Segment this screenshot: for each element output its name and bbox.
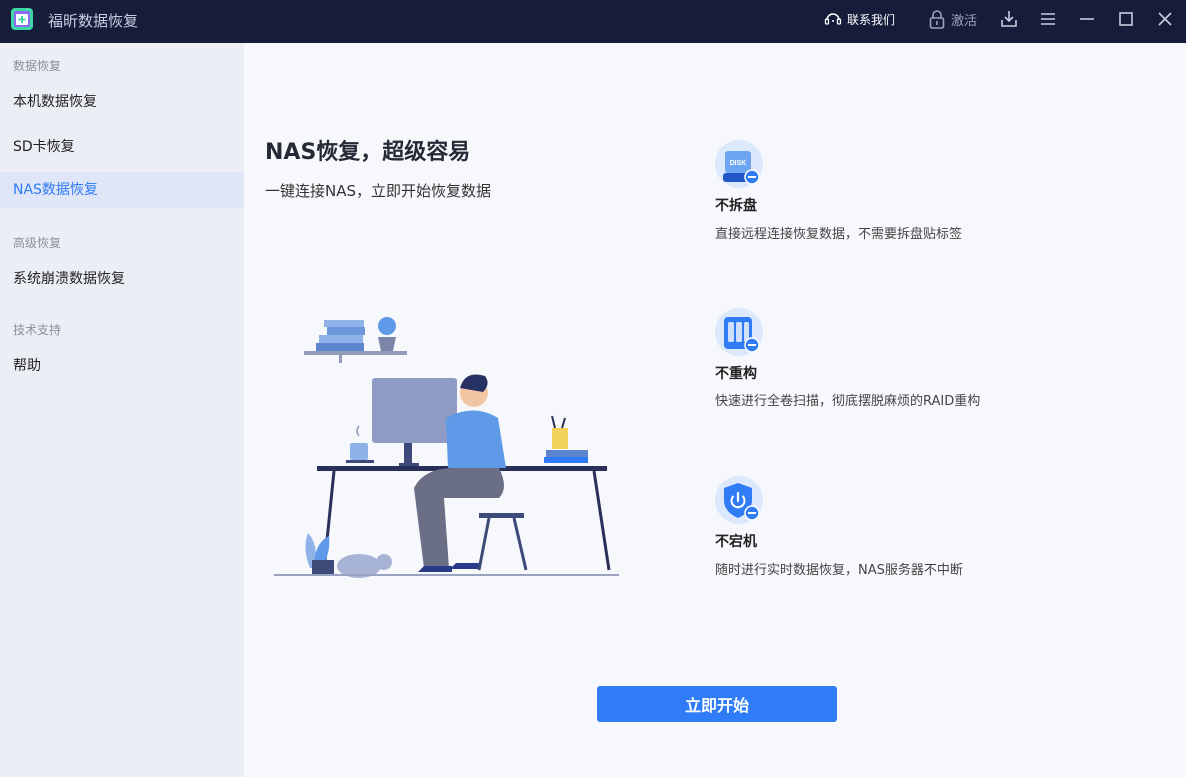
- page-subtitle: 一键连接NAS，立即开始恢复数据: [265, 182, 492, 200]
- feature-desc-no-downtime: 随时进行实时数据恢复，NAS服务器不中断: [715, 563, 963, 578]
- sidebar-item-nas-recovery[interactable]: NAS数据恢复: [0, 172, 244, 208]
- start-now-button[interactable]: 立即开始: [597, 686, 837, 722]
- activate-button[interactable]: 激活: [928, 8, 977, 30]
- menu-icon[interactable]: [1037, 8, 1059, 30]
- disk-icon-label: DISK: [730, 160, 747, 167]
- headset-icon: [824, 13, 842, 25]
- main-content: NAS恢复，超级容易 一键连接NAS，立即开始恢复数据 DISK 不拆盘 直接远…: [244, 43, 1186, 777]
- nas-server-icon: [715, 308, 763, 356]
- disk-icon: DISK: [715, 140, 763, 188]
- app-logo-icon: [11, 8, 33, 30]
- power-shield-icon: [715, 476, 763, 524]
- download-icon[interactable]: [998, 8, 1020, 30]
- close-icon[interactable]: [1154, 8, 1176, 30]
- sidebar-item-system-crash-recovery[interactable]: 系统崩溃数据恢复: [0, 261, 244, 297]
- section-data-recovery: 数据恢复: [13, 59, 62, 73]
- title-bar: 福昕数据恢复 联系我们 激活: [0, 0, 1186, 43]
- feature-title-no-rebuild: 不重构: [715, 366, 757, 382]
- sidebar-item-local-recovery[interactable]: 本机数据恢复: [0, 84, 244, 120]
- person-at-desk-illustration: [274, 317, 619, 578]
- minimize-icon[interactable]: [1076, 8, 1098, 30]
- feature-title-no-disassembly: 不拆盘: [715, 198, 757, 214]
- feature-desc-no-disassembly: 直接远程连接恢复数据，不需要拆盘贴标签: [715, 227, 963, 242]
- feature-desc-no-rebuild: 快速进行全卷扫描，彻底摆脱麻烦的RAID重构: [715, 394, 981, 409]
- page-title: NAS恢复，超级容易: [265, 140, 471, 165]
- section-advanced-recovery: 高级恢复: [13, 236, 62, 250]
- sidebar: 数据恢复 本机数据恢复 SD卡恢复 NAS数据恢复 高级恢复 系统崩溃数据恢复 …: [0, 43, 244, 777]
- section-tech-support: 技术支持: [13, 323, 62, 337]
- activate-label: 激活: [951, 13, 978, 29]
- contact-us-label: 联系我们: [847, 12, 896, 27]
- sidebar-item-help[interactable]: 帮助: [0, 348, 244, 384]
- contact-us-button[interactable]: 联系我们: [824, 9, 895, 29]
- lock-icon: [929, 10, 945, 29]
- app-title: 福昕数据恢复: [48, 12, 139, 30]
- feature-title-no-downtime: 不宕机: [715, 534, 757, 550]
- sidebar-item-sd-card-recovery[interactable]: SD卡恢复: [0, 129, 244, 165]
- maximize-icon[interactable]: [1115, 8, 1137, 30]
